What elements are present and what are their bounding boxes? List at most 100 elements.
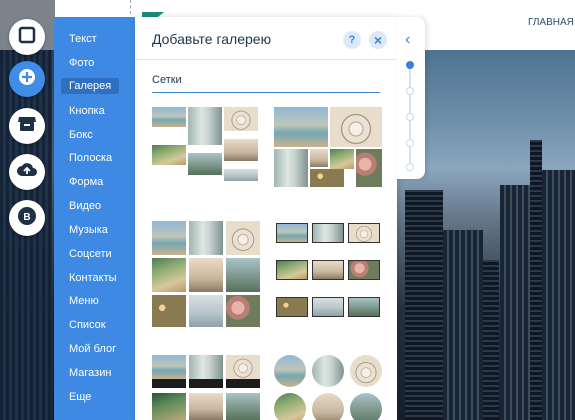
building [542, 170, 575, 420]
panel-title: Добавьте галерею [152, 31, 272, 47]
store-icon [17, 115, 37, 138]
gallery-preset[interactable] [152, 355, 260, 420]
gallery-photo [152, 258, 186, 292]
gallery-caption-bar [226, 379, 260, 388]
category-music[interactable]: Музыка [69, 224, 108, 236]
gallery-photo [189, 221, 223, 255]
layout-button[interactable] [9, 19, 45, 55]
gallery-photo [152, 221, 186, 255]
section-dot[interactable] [406, 113, 414, 121]
gallery-photo [224, 169, 258, 181]
gallery-photo [312, 297, 344, 317]
gallery-preset[interactable] [152, 221, 260, 327]
upload-button[interactable] [9, 154, 45, 190]
category-gallery[interactable]: Галерея [61, 78, 120, 94]
gallery-photo [274, 393, 306, 420]
site-nav-home[interactable]: ГЛАВНАЯ [528, 17, 574, 28]
gallery-photo [226, 355, 260, 379]
section-divider [152, 92, 380, 93]
gallery-photo [348, 260, 380, 280]
building [405, 190, 443, 420]
gallery-photo [226, 393, 260, 420]
gallery-photo [152, 145, 186, 165]
category-store[interactable]: Магазин [69, 367, 111, 379]
gallery-photo [152, 295, 186, 327]
building [483, 260, 499, 420]
category-text[interactable]: Текст [69, 33, 97, 45]
gallery-preset[interactable] [152, 107, 260, 189]
gallery-photo [310, 169, 344, 187]
category-social[interactable]: Соцсети [69, 248, 112, 260]
category-form[interactable]: Форма [69, 176, 103, 188]
gallery-photo [312, 393, 344, 420]
layout-square-icon [18, 26, 36, 49]
gallery-photo [350, 393, 382, 420]
left-tool-rail: B [0, 0, 55, 420]
gallery-photo [188, 107, 222, 145]
gallery-photo [312, 355, 344, 387]
building [530, 140, 542, 420]
gallery-photo [276, 223, 308, 243]
gallery-photo [348, 223, 380, 243]
category-menu[interactable]: Меню [69, 295, 99, 307]
add-panel-category-menu: Текст Фото Галерея Кнопка Бокс Полоска Ф… [54, 17, 135, 420]
gallery-photo [274, 107, 328, 147]
gallery-photo [330, 107, 382, 147]
store-button[interactable] [9, 108, 45, 144]
category-box[interactable]: Бокс [69, 129, 93, 141]
gallery-photo [226, 295, 260, 327]
gallery-photo [189, 393, 223, 420]
gallery-photo [226, 258, 260, 292]
gallery-photo [312, 223, 344, 243]
category-contacts[interactable]: Контакты [69, 272, 117, 284]
gallery-photo [188, 153, 222, 175]
gallery-preset[interactable] [274, 221, 382, 327]
category-my-blog[interactable]: Мой блог [69, 343, 116, 355]
gallery-caption-bar [152, 379, 186, 388]
add-button[interactable] [9, 61, 45, 97]
building [443, 230, 483, 420]
gallery-photo [350, 355, 382, 387]
gallery-photo [189, 355, 223, 379]
section-dot-active[interactable] [406, 61, 414, 69]
plus-icon [18, 68, 36, 91]
header-divider [135, 59, 397, 60]
gallery-preset[interactable] [274, 107, 382, 189]
section-dot[interactable] [406, 163, 414, 171]
gallery-photo [330, 149, 354, 169]
gallery-photo [356, 149, 382, 187]
gallery-photo [152, 393, 186, 420]
svg-text:B: B [23, 212, 30, 223]
collapse-arrow-icon[interactable]: ‹ [405, 31, 410, 49]
category-video[interactable]: Видео [69, 200, 101, 212]
gallery-photo [348, 297, 380, 317]
gallery-photo [274, 355, 306, 387]
help-button[interactable]: ? [343, 31, 361, 49]
gallery-photo [224, 139, 258, 161]
close-button[interactable]: × [369, 31, 387, 49]
gallery-photo [152, 355, 186, 379]
panel-collapse-strip: ‹ [397, 17, 425, 179]
category-photo[interactable]: Фото [69, 57, 94, 69]
section-dot[interactable] [406, 87, 414, 95]
category-list[interactable]: Список [69, 319, 106, 331]
blog-button[interactable]: B [9, 200, 45, 236]
category-strip[interactable]: Полоска [69, 152, 112, 164]
guide-line [130, 0, 132, 14]
gallery-photo [189, 295, 223, 327]
add-gallery-panel: Добавьте галерею ? × Сетки [135, 17, 397, 420]
gallery-photo [274, 149, 308, 187]
gallery-photo [276, 260, 308, 280]
gallery-photo [224, 107, 258, 131]
gallery-photo [152, 107, 186, 127]
gallery-caption-bar [189, 379, 223, 388]
category-button[interactable]: Кнопка [69, 105, 105, 117]
section-dot[interactable] [406, 139, 414, 147]
cloud-upload-icon [16, 161, 38, 184]
gallery-photo [276, 297, 308, 317]
blog-b-icon: B [17, 206, 37, 231]
gallery-photo [226, 221, 260, 255]
gallery-preset[interactable] [274, 355, 382, 420]
category-more[interactable]: Еще [69, 391, 91, 403]
building [500, 185, 530, 420]
